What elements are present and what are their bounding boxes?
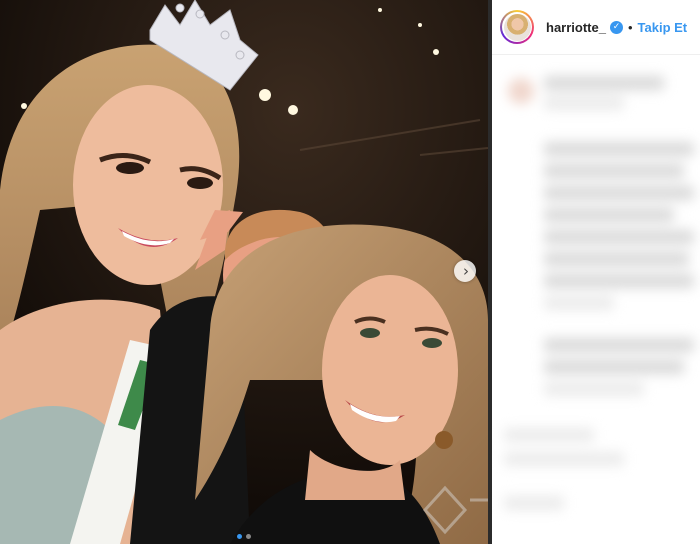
selfie-image [0,0,488,544]
carousel-indicator [0,534,488,539]
verified-badge-icon: ✓ [609,20,623,34]
carousel-dot [246,534,251,539]
post-side-panel: harriotte_ ✓ • Takip Et [492,0,700,544]
post-header: harriotte_ ✓ • Takip Et [492,0,700,55]
avatar[interactable] [500,10,534,44]
avatar-photo [503,13,531,41]
blurred-comments [496,56,700,544]
follow-button[interactable]: Takip Et [638,20,688,35]
post-photo[interactable]: › [0,0,488,544]
carousel-dot-active [237,534,242,539]
next-image-button[interactable]: › [454,260,476,282]
username-link[interactable]: harriotte_ [546,20,606,35]
chevron-right-icon: › [463,261,469,280]
separator-dot: • [627,19,633,35]
